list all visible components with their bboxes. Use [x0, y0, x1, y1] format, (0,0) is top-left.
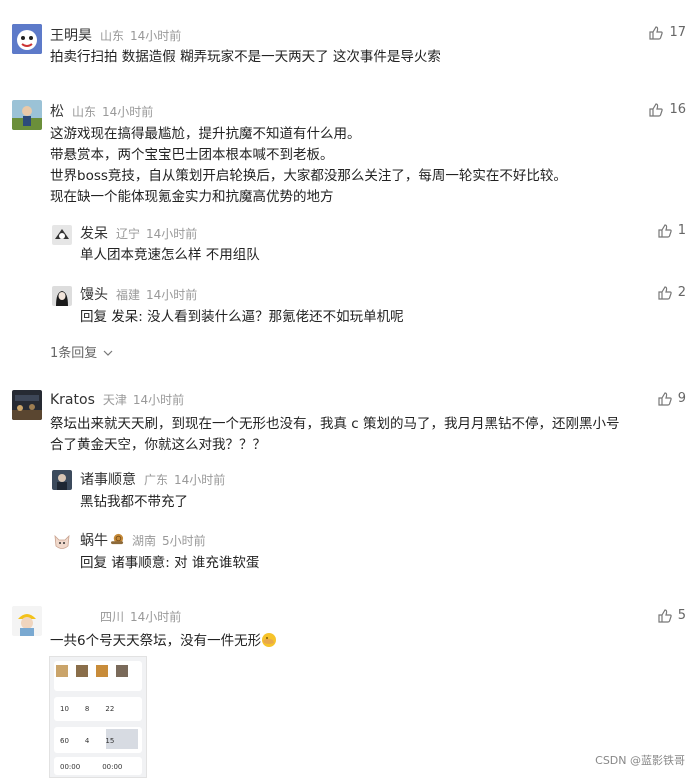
thumb-stat: 22: [105, 705, 115, 713]
location: 湖南: [132, 534, 157, 548]
username[interactable]: 王明昊: [50, 25, 92, 45]
timestamp: 5小时前: [162, 534, 206, 548]
like-count: 2: [677, 285, 686, 300]
chevron-down-icon: [103, 350, 113, 356]
comment-text: 拍卖行扫拍 数据造假 糊弄玩家不是一天两天了 这次事件是导火索: [50, 49, 441, 65]
comment-text-line: 祭坛出来就天天刷，到现在一个无形也没有，我真 c 策划的马了，我月月黑钻不停，还…: [50, 416, 620, 432]
location: 山东: [100, 29, 125, 43]
like-count: 9: [677, 391, 686, 406]
thumb-stats-row: 60 4 15: [60, 737, 114, 745]
reply-text: 回复 发呆: 没人看到装什么逼？那氪佬还不如玩单机呢: [80, 309, 404, 325]
timestamp: 14小时前: [146, 288, 198, 302]
username[interactable]: 松: [50, 101, 64, 121]
timestamp: 14小时前: [132, 393, 185, 407]
thumb-stat: 15: [105, 737, 115, 745]
comment-text-line: 带悬赏本，两个宝宝巴士团本根本喊不到老板。: [50, 147, 334, 163]
like-button[interactable]: 5: [658, 608, 686, 623]
location: 辽宁: [116, 227, 141, 241]
thumbs-up-icon: [658, 608, 672, 623]
like-count: 1: [677, 223, 686, 238]
timestamp: 14小时前: [130, 29, 182, 43]
reply-text: 单人团本竞速怎么样 不用组队: [80, 247, 260, 263]
username[interactable]: 诸事顺意: [80, 469, 136, 489]
thumb-time: 00:00: [60, 763, 81, 771]
username[interactable]: 馒头: [80, 284, 108, 304]
reply-text: 黑钻我都不带充了: [80, 494, 188, 510]
comment-text-line: 这游戏现在搞得最尴尬，提升抗魔不知道有什么用。: [50, 126, 361, 142]
attached-screenshot[interactable]: 10 8 22 60 4 15 00:00 00:00: [49, 656, 147, 778]
thumb-stat: 4: [84, 737, 90, 745]
like-button[interactable]: 1: [658, 223, 686, 238]
snail-icon: [111, 533, 124, 545]
thumbs-up-icon: [649, 25, 664, 40]
avatar[interactable]: [12, 390, 42, 420]
comment-text-line: 现在缺一个能体现氪金实力和抗魔高优势的地方: [50, 189, 334, 205]
location: 天津: [102, 393, 127, 407]
like-count: 16: [669, 102, 686, 117]
like-count: 17: [669, 25, 686, 40]
thumb-times-row: 00:00 00:00: [60, 763, 122, 771]
avatar[interactable]: [52, 470, 72, 490]
timestamp: 14小时前: [130, 610, 182, 624]
thumb-stat: 8: [84, 705, 90, 713]
like-count: 5: [677, 608, 686, 623]
avatar[interactable]: [52, 532, 72, 552]
location: 山东: [72, 105, 97, 119]
avatar[interactable]: [52, 286, 72, 306]
comment-text: 一共6个号天天祭坛，没有一件无形: [50, 633, 262, 649]
reply-text: 回复 诸事顺意: 对 谁充谁软蛋: [80, 555, 260, 571]
timestamp: 14小时前: [146, 227, 198, 241]
avatar[interactable]: [12, 606, 42, 636]
thumbs-up-icon: [658, 391, 672, 406]
thumb-stats-row: 10 8 22: [60, 705, 114, 713]
like-button[interactable]: 16: [649, 102, 686, 117]
thumbs-up-icon: [649, 102, 664, 117]
username[interactable]: Kratos: [50, 392, 95, 408]
facepalm-emoji-icon: [262, 633, 277, 647]
location: 福建: [116, 288, 141, 302]
like-button[interactable]: 9: [658, 391, 686, 406]
avatar[interactable]: [12, 100, 42, 130]
timestamp: 14小时前: [174, 473, 226, 487]
thumb-time: 00:00: [102, 763, 123, 771]
thumb-stat: 10: [60, 705, 69, 713]
username[interactable]: 发呆: [80, 223, 108, 243]
avatar[interactable]: [12, 24, 42, 54]
location: 四川: [100, 610, 125, 624]
like-button[interactable]: 2: [658, 285, 686, 300]
thumbs-up-icon: [658, 223, 672, 238]
timestamp: 14小时前: [102, 105, 154, 119]
comment-text-line: 合了黄金天空，你就这么对我？？？: [50, 437, 266, 453]
like-button[interactable]: 17: [649, 25, 686, 40]
watermark: CSDN @蓝影铁哥: [595, 754, 685, 767]
username[interactable]: 蜗牛: [80, 530, 108, 550]
thumbs-up-icon: [658, 285, 672, 300]
thumb-stat: 60: [60, 737, 69, 745]
avatar[interactable]: [52, 225, 72, 245]
expand-replies-label: 1条回复: [50, 346, 98, 361]
comment-text-line: 世界boss竞技，自从策划开启轮换后，大家都没那么关注了，每周一轮实在不好比较。: [50, 168, 567, 184]
expand-replies-button[interactable]: 1条回复: [50, 342, 113, 361]
location: 广东: [144, 473, 169, 487]
